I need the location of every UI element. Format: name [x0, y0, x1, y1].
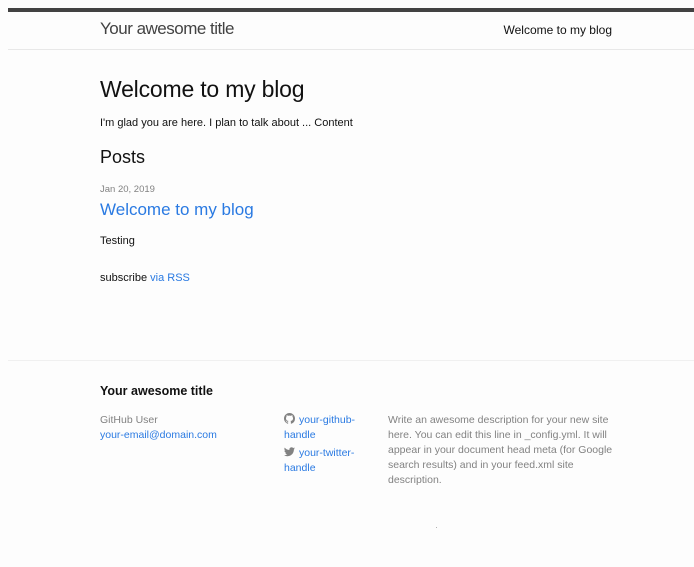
post-title-link[interactable]: Welcome to my blog [100, 200, 254, 220]
site-footer: Your awesome title GitHub User your-emai… [8, 360, 694, 567]
github-icon [284, 413, 295, 424]
twitter-icon [284, 447, 295, 457]
intro-text: I'm glad you are here. I plan to talk ab… [100, 117, 353, 129]
post-date: Jan 20, 2019 [100, 184, 155, 195]
footer-name: GitHub User [100, 414, 158, 426]
posts-heading: Posts [100, 147, 146, 167]
site-header: Your awesome title Welcome to my blog [8, 12, 694, 50]
twitter-link[interactable]: your-twitter-handle [284, 446, 376, 476]
site-title-link[interactable]: Your awesome title [100, 19, 235, 39]
footer-social: your-github-handle your-twitter-handle [284, 413, 376, 479]
footer-contact: GitHub User your-email@domain.com [100, 413, 217, 443]
github-link[interactable]: your-github-handle [284, 413, 376, 443]
subscribe-line: subscribe via RSS [100, 272, 190, 284]
post-excerpt: Testing [100, 235, 135, 247]
rss-link[interactable]: via RSS [150, 272, 190, 284]
subscribe-prefix: subscribe [100, 272, 151, 284]
nav-link-welcome[interactable]: Welcome to my blog [504, 23, 613, 37]
page-heading: Welcome to my blog [100, 76, 305, 102]
footer-description: Write an awesome description for your ne… [388, 414, 613, 486]
footer-email-link[interactable]: your-email@domain.com [100, 428, 217, 443]
footer-divider-dot [436, 527, 437, 528]
footer-title: Your awesome title [100, 384, 213, 398]
